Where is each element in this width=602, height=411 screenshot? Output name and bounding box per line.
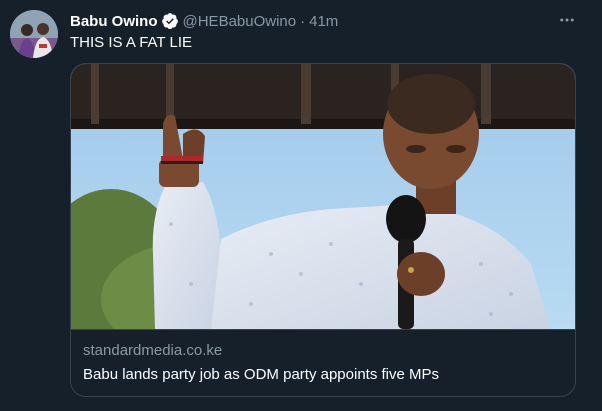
more-options-icon[interactable] [556,10,578,30]
tweet-header: Babu Owino @HEBabuOwino · 41m [70,11,338,31]
author-handle[interactable]: @HEBabuOwino [183,13,297,30]
card-image[interactable] [71,64,575,354]
card-meta[interactable]: standardmedia.co.ke Babu lands party job… [71,329,575,396]
separator-dot: · [300,12,306,30]
tweet-timestamp[interactable]: 41m [309,13,338,30]
card-title: Babu lands party job as ODM party appoin… [83,366,440,383]
link-card[interactable]: standardmedia.co.ke Babu lands party job… [70,63,576,397]
tweet-text: THIS IS A FAT LIE [70,34,192,51]
tweet[interactable]: Babu Owino @HEBabuOwino · 41m THIS IS A … [0,0,602,411]
author-avatar[interactable] [10,10,58,58]
author-name[interactable]: Babu Owino [70,13,158,30]
verified-badge-icon [161,12,179,30]
card-domain: standardmedia.co.ke [83,342,223,359]
